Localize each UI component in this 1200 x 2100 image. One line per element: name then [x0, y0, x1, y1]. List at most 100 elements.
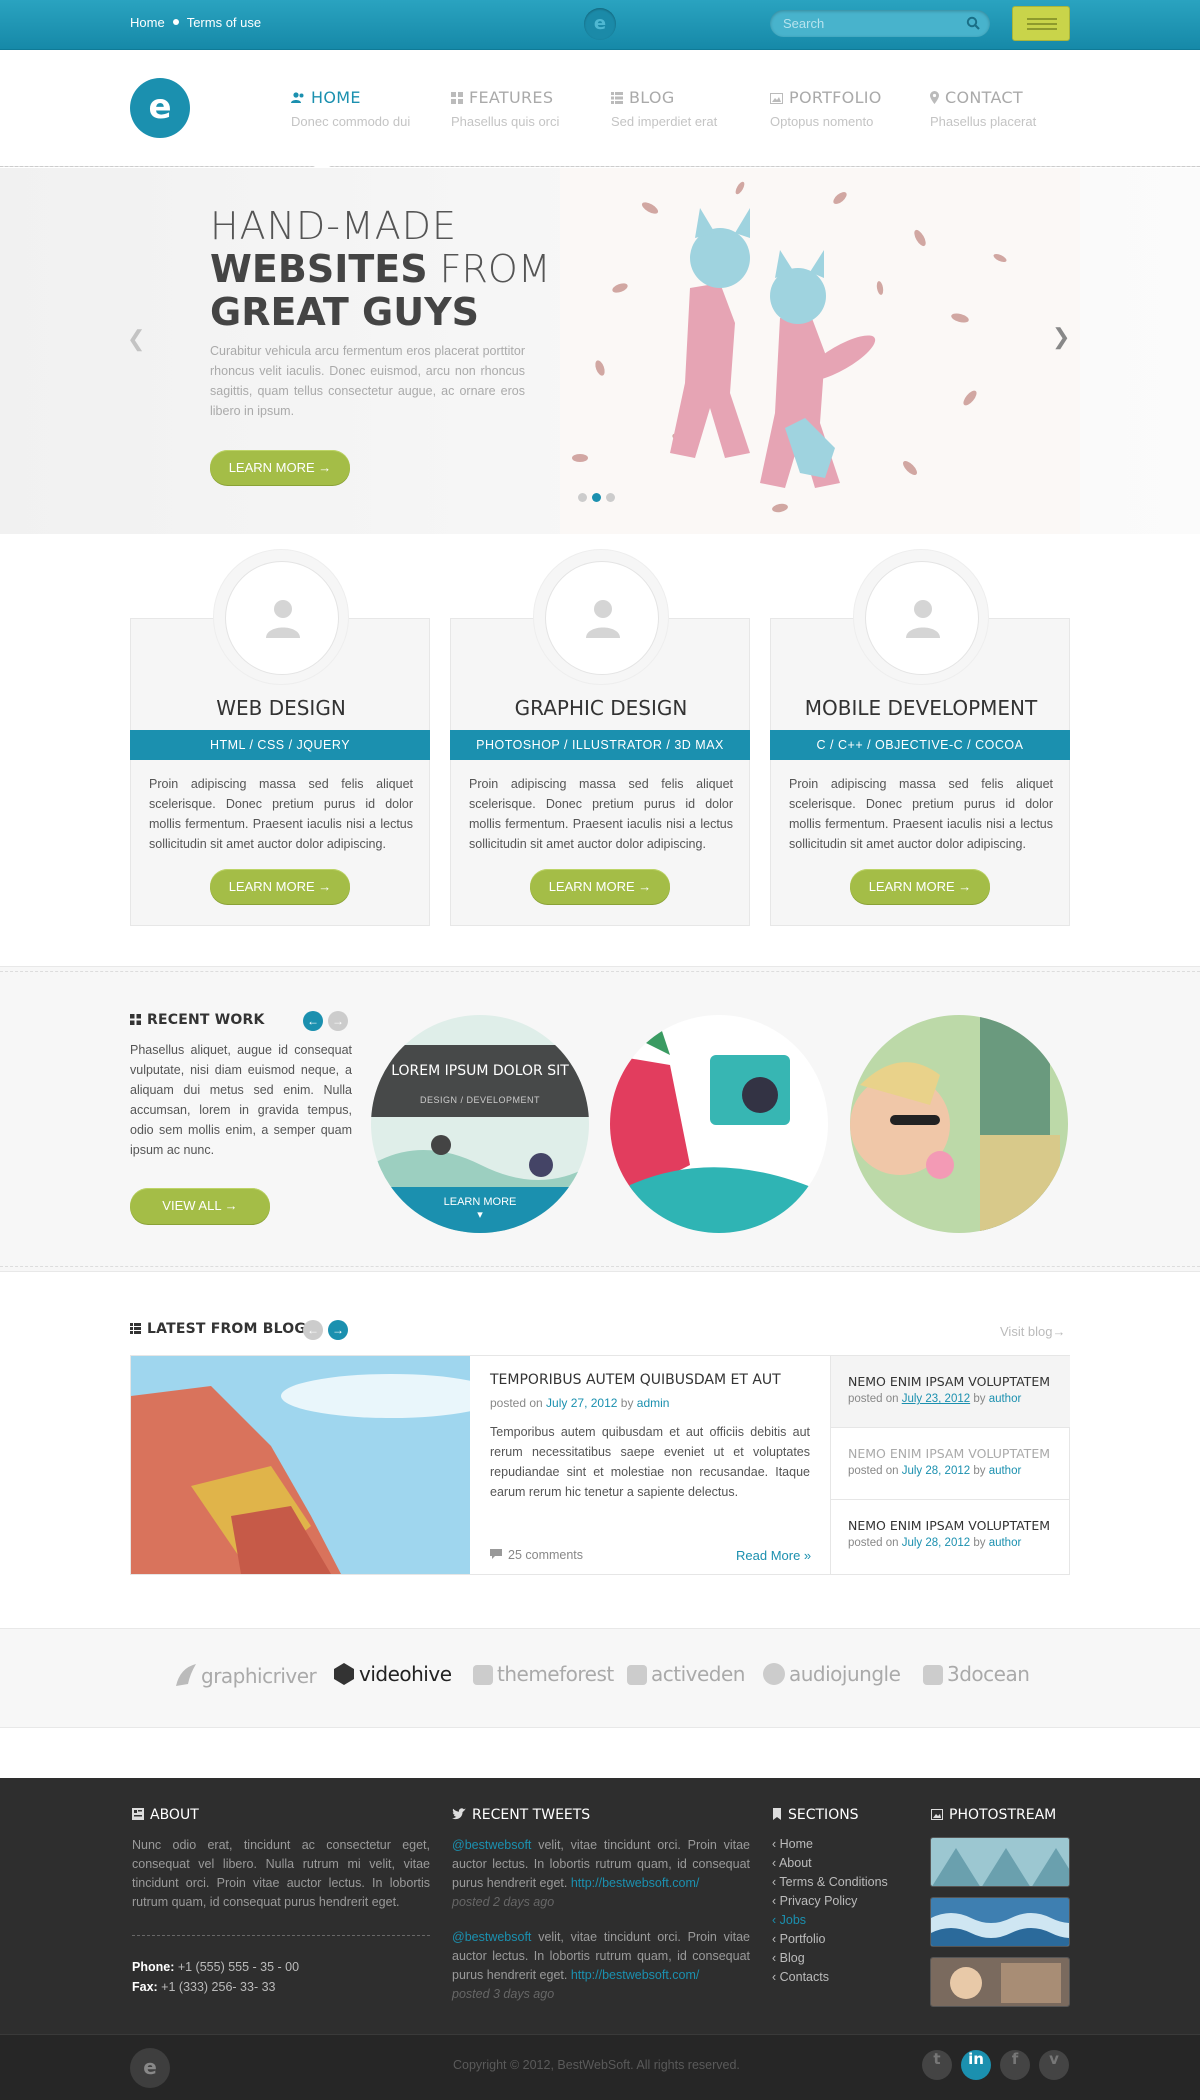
search-icon[interactable] — [966, 16, 980, 30]
photostream-thumb[interactable] — [930, 1897, 1070, 1947]
brand-3docean[interactable]: 3docean — [922, 1662, 1030, 1686]
slider-prev-icon[interactable]: ❮ — [127, 326, 145, 352]
service-text: Proin adipiscing massa sed felis aliquet… — [149, 777, 413, 851]
top-logo-icon[interactable]: e — [584, 8, 616, 40]
nav-sub-blog: Sed imperdiet erat — [611, 114, 718, 129]
blog-post-author[interactable]: admin — [637, 1396, 670, 1410]
brand-activeden[interactable]: activeden — [626, 1662, 745, 1686]
nav-sub-home: Donec commodo dui — [291, 114, 411, 129]
info-card-icon — [132, 1808, 144, 1820]
work-learn-more-button[interactable]: LEARN MORE ▾ — [371, 1187, 589, 1233]
nav-item-home[interactable]: HOME Donec commodo dui — [291, 88, 410, 129]
visit-blog-link[interactable]: Visit blog→ — [1000, 1324, 1066, 1339]
footer-link[interactable]: ‹ Blog — [772, 1949, 888, 1968]
slider-next-icon[interactable]: ❯ — [1052, 324, 1070, 350]
recent-work-heading: RECENT WORK — [130, 1012, 265, 1028]
service-title: WEB DESIGN — [216, 696, 346, 720]
user-avatar-icon — [906, 600, 940, 638]
footer-divider — [132, 1935, 430, 1936]
footer-link[interactable]: ‹ Privacy Policy — [772, 1892, 888, 1911]
footer-phone: Phone: +1 (555) 555 - 35 - 00 — [132, 1960, 300, 1974]
service-learn-more-button[interactable]: LEARN MORE → — [210, 869, 350, 904]
nav-item-portfolio[interactable]: PORTFOLIO Optopus nomento — [770, 88, 882, 129]
blog-post-title[interactable]: TEMPORIBUS AUTEM QUIBUSDAM ET AUT — [490, 1372, 781, 1388]
grid-icon — [130, 1014, 141, 1025]
footer-link[interactable]: ‹ Home — [772, 1835, 888, 1854]
tweet-handle-link[interactable]: @bestwebsoft — [452, 1930, 531, 1944]
slider-dot[interactable] — [578, 493, 587, 502]
user-avatar-icon — [266, 600, 300, 638]
videohive-logo-icon — [334, 1663, 354, 1685]
service-card-mobile-development: MOBILE DEVELOPMENT C / C++ / OBJECTIVE-C… — [770, 549, 1070, 926]
3docean-logo-icon — [923, 1665, 943, 1685]
tweet-url-link[interactable]: http://bestwebsoft.com/ — [571, 1968, 700, 1982]
search-placeholder: Search — [783, 16, 825, 31]
hero-learn-more-button[interactable]: LEARN MORE → — [210, 450, 350, 485]
blog-sidebar: NEMO ENIM IPSAM VOLUPTATEM posted on Jul… — [830, 1356, 1070, 1574]
vimeo-icon[interactable]: v — [1039, 2050, 1069, 2080]
work-next-icon[interactable]: → — [328, 1011, 348, 1031]
blog-side-item[interactable]: NEMO ENIM IPSAM VOLUPTATEM posted on Jul… — [831, 1356, 1070, 1428]
service-tags: HTML / CSS / JQUERY — [130, 730, 430, 760]
blog-side-item[interactable]: NEMO ENIM IPSAM VOLUPTATEM posted on Jul… — [831, 1500, 1070, 1572]
read-more-link[interactable]: Read More » — [736, 1548, 811, 1563]
footer-link[interactable]: ‹ Portfolio — [772, 1930, 888, 1949]
search-input[interactable]: Search — [770, 10, 990, 37]
top-link-terms[interactable]: Terms of use — [187, 15, 261, 30]
separator-dot — [172, 19, 179, 25]
view-all-button[interactable]: VIEW ALL → — [130, 1188, 270, 1224]
blog-comments[interactable]: 25 comments — [490, 1548, 583, 1562]
logo[interactable]: e — [130, 78, 190, 138]
service-learn-more-button[interactable]: LEARN MORE → — [530, 869, 670, 904]
footer-link[interactable]: ‹ About — [772, 1854, 888, 1873]
brand-graphicriver[interactable]: graphicriver — [172, 1662, 317, 1688]
nav-item-features[interactable]: FEATURES Phasellus quis orci — [451, 88, 559, 129]
blog-side-item[interactable]: NEMO ENIM IPSAM VOLUPTATEM posted on Jul… — [831, 1428, 1070, 1500]
work-image-2 — [610, 1015, 828, 1233]
slider-dot[interactable] — [606, 493, 615, 502]
service-learn-more-button[interactable]: LEARN MORE → — [850, 869, 990, 904]
slider-dot-active[interactable] — [592, 493, 601, 502]
blog-post-date[interactable]: July 27, 2012 — [546, 1396, 617, 1410]
list-icon — [130, 1323, 141, 1334]
twitter-icon[interactable]: t — [922, 2050, 952, 2080]
brand-themeforest[interactable]: themeforest — [472, 1662, 614, 1686]
footer-photostream-heading: PHOTOSTREAM — [931, 1807, 1056, 1823]
menu-button[interactable] — [1012, 6, 1070, 41]
footer-sections-list: ‹ Home ‹ About ‹ Terms & Conditions ‹ Pr… — [772, 1835, 888, 1987]
nav-sub-features: Phasellus quis orci — [451, 114, 560, 129]
linkedin-icon[interactable]: in — [961, 2050, 991, 2080]
footer-tweets-heading: RECENT TWEETS — [452, 1807, 590, 1823]
themeforest-logo-icon — [473, 1665, 493, 1685]
tweet-item: @bestwebsoft velit, vitae tincidunt orci… — [452, 1930, 750, 2001]
blog-next-icon[interactable]: → — [328, 1320, 348, 1340]
facebook-icon[interactable]: f — [1000, 2050, 1030, 2080]
tweet-url-link[interactable]: http://bestwebsoft.com/ — [571, 1876, 700, 1890]
tweet-handle-link[interactable]: @bestwebsoft — [452, 1838, 531, 1852]
twitter-bird-icon — [452, 1808, 466, 1820]
work-prev-icon[interactable]: ← — [303, 1011, 323, 1031]
photostream-thumb[interactable] — [930, 1957, 1070, 2007]
work-item-3[interactable] — [850, 1015, 1068, 1233]
footer-link-active[interactable]: ‹ Jobs — [772, 1911, 888, 1930]
work-item-2[interactable] — [610, 1015, 828, 1233]
blog-prev-icon[interactable]: ← — [303, 1320, 323, 1340]
nav-item-blog[interactable]: BLOG Sed imperdiet erat — [611, 88, 717, 129]
blog-image[interactable] — [131, 1356, 470, 1574]
user-avatar-icon — [586, 600, 620, 638]
footer-link[interactable]: ‹ Contacts — [772, 1968, 888, 1987]
brand-videohive[interactable]: videohive — [332, 1662, 452, 1686]
grid-icon — [451, 92, 463, 104]
photostream-thumb[interactable] — [930, 1837, 1070, 1887]
hero-illustration — [560, 168, 1080, 534]
brand-audiojungle[interactable]: audiojungle — [762, 1662, 901, 1686]
nav-item-contact[interactable]: CONTACT Phasellus placerat — [930, 88, 1036, 129]
nav-sub-portfolio: Optopus nomento — [770, 114, 874, 129]
footer-sections-heading: SECTIONS — [772, 1807, 859, 1823]
work-item-1[interactable]: LOREM IPSUM DOLOR SIT DESIGN / DEVELOPME… — [371, 1015, 589, 1233]
footer-logo-icon[interactable]: e — [130, 2048, 170, 2088]
top-link-home[interactable]: Home — [130, 15, 165, 30]
home-users-icon — [291, 92, 304, 103]
footer-link[interactable]: ‹ Terms & Conditions — [772, 1873, 888, 1892]
footer-fax: Fax: +1 (333) 256- 33- 33 — [132, 1980, 276, 1994]
